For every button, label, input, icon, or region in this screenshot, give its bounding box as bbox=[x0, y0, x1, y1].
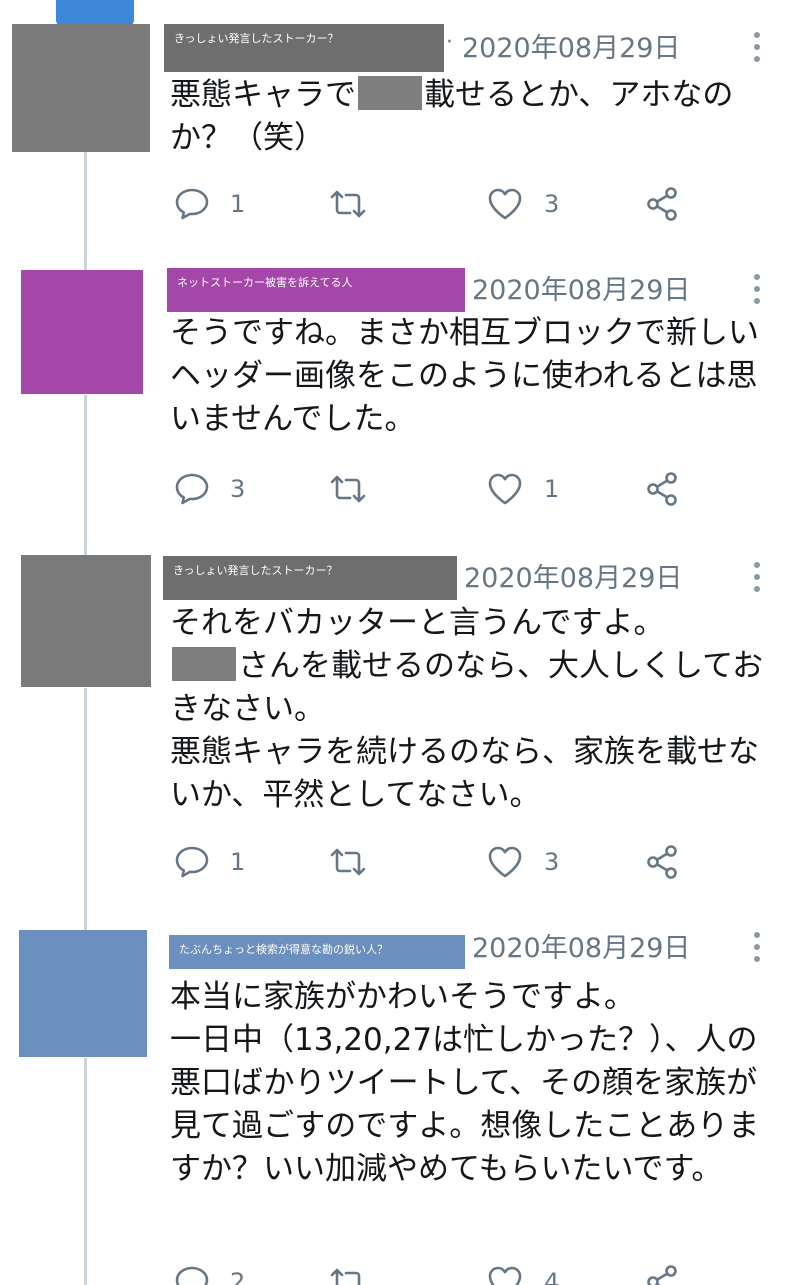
text-segment: 悪態キャラで bbox=[170, 77, 356, 113]
separator-dot: · bbox=[446, 30, 453, 55]
share-button[interactable] bbox=[644, 840, 680, 884]
tweet-actions: 13 bbox=[0, 840, 800, 884]
share-button[interactable] bbox=[644, 182, 680, 226]
text-segment: それをバカッターと言うんですよ。 bbox=[170, 605, 665, 641]
user-name[interactable]: ネットストーカー被害を訴えてる人 bbox=[167, 268, 465, 312]
share-icon bbox=[644, 844, 680, 880]
retweet-icon bbox=[328, 188, 368, 220]
tweet-paragraph: 悪態キャラを続けるのなら、家族を載せないか、平然としてなさい。 bbox=[170, 731, 780, 817]
like-count: 3 bbox=[544, 848, 560, 876]
redacted-name bbox=[358, 76, 422, 110]
retweet-icon bbox=[328, 1266, 368, 1285]
reply-icon bbox=[174, 845, 210, 879]
user-name[interactable]: きっしょい発言したストーカー？ bbox=[164, 24, 444, 72]
tweet-date[interactable]: 2020年08月29日 bbox=[464, 562, 682, 596]
reply-count: 1 bbox=[230, 190, 246, 218]
like-button[interactable]: 4 bbox=[486, 1260, 559, 1285]
reply-icon bbox=[174, 1265, 210, 1285]
tweet-paragraph: それをバカッターと言うんですよ。 bbox=[170, 602, 780, 645]
reply-count: 3 bbox=[230, 475, 246, 503]
thread-line bbox=[84, 1058, 87, 1285]
heart-icon bbox=[486, 1265, 524, 1285]
tweet-thread: きっしょい発言したストーカー？ · 2020年08月29日 悪態キャラで 載せるとか、ア… bbox=[0, 0, 800, 1285]
tweet-text: そうですね。まさか相互ブロックで新しいヘッダー画像をこのように使われるとは思いま… bbox=[170, 312, 780, 441]
share-icon bbox=[644, 471, 680, 507]
avatar[interactable] bbox=[21, 555, 151, 687]
tweet-paragraph: 悪態キャラで 載せるとか、アホなのか？（笑） bbox=[170, 74, 780, 160]
reply-count: 1 bbox=[230, 848, 246, 876]
tweet-actions: 13 bbox=[0, 182, 800, 226]
like-count: 4 bbox=[544, 1268, 560, 1285]
reply-button[interactable]: 1 bbox=[174, 182, 245, 226]
text-segment: そうですね。まさか相互ブロックで新しいヘッダー画像をこのように使われるとは思いま… bbox=[170, 315, 759, 437]
retweet-icon bbox=[328, 846, 368, 878]
retweet-button[interactable] bbox=[328, 1260, 368, 1285]
share-icon bbox=[644, 186, 680, 222]
text-segment: 悪態キャラを続けるのなら、家族を載せないか、平然としてなさい。 bbox=[170, 734, 759, 813]
tweet-paragraph: そうですね。まさか相互ブロックで新しいヘッダー画像をこのように使われるとは思いま… bbox=[170, 312, 780, 441]
avatar[interactable] bbox=[12, 24, 150, 152]
tweet-text: 本当に家族がかわいそうですよ。一日中（13,20,27は忙しかった？）、人の悪口… bbox=[170, 976, 780, 1191]
tweet-date[interactable]: 2020年08月29日 bbox=[472, 932, 690, 966]
text-segment: 一日中（13,20,27は忙しかった？）、人の悪口ばかりツイートして、その顔を家… bbox=[170, 1022, 760, 1187]
avatar[interactable] bbox=[21, 270, 143, 394]
heart-icon bbox=[486, 845, 524, 879]
heart-icon bbox=[486, 472, 524, 506]
more-vertical-icon[interactable] bbox=[748, 274, 766, 306]
like-button[interactable]: 3 bbox=[486, 182, 559, 226]
tweet-text: 悪態キャラで 載せるとか、アホなのか？（笑） bbox=[170, 74, 780, 160]
user-name[interactable]: たぶんちょっと検索が得意な勘の鋭い人？ bbox=[169, 935, 465, 969]
retweet-icon bbox=[328, 473, 368, 505]
share-button[interactable] bbox=[644, 467, 680, 511]
retweet-button[interactable] bbox=[328, 840, 368, 884]
reply-icon bbox=[174, 187, 210, 221]
like-button[interactable]: 3 bbox=[486, 840, 559, 884]
tweet-actions: 24 bbox=[0, 1260, 800, 1285]
redacted-name bbox=[172, 647, 236, 681]
tweet-text: それをバカッターと言うんですよ。さんを載せるのなら、大人しくしておきなさい。 悪態… bbox=[170, 602, 780, 817]
avatar[interactable] bbox=[19, 930, 147, 1057]
like-count: 1 bbox=[544, 475, 560, 503]
share-button[interactable] bbox=[644, 1260, 680, 1285]
tweet-date[interactable]: 2020年08月29日 bbox=[472, 274, 690, 308]
more-vertical-icon[interactable] bbox=[748, 562, 766, 594]
tweet-actions: 31 bbox=[0, 467, 800, 511]
tweet-paragraph: 本当に家族がかわいそうですよ。 bbox=[170, 976, 780, 1019]
tweet-paragraph: さんを載せるのなら、大人しくしておきなさい。 bbox=[170, 645, 780, 731]
user-name[interactable]: きっしょい発言したストーカー？ bbox=[163, 556, 457, 600]
text-segment: 本当に家族がかわいそうですよ。 bbox=[170, 979, 635, 1015]
thread-line bbox=[84, 688, 87, 933]
header-fragment bbox=[56, 0, 134, 26]
text-segment: さんを載せるのなら、大人しくしておきなさい。 bbox=[170, 648, 764, 727]
tweet-date[interactable]: 2020年08月29日 bbox=[462, 32, 680, 66]
share-icon bbox=[644, 1264, 680, 1285]
retweet-button[interactable] bbox=[328, 467, 368, 511]
reply-button[interactable]: 2 bbox=[174, 1260, 245, 1285]
tweet-paragraph: 一日中（13,20,27は忙しかった？）、人の悪口ばかりツイートして、その顔を家… bbox=[170, 1019, 780, 1191]
like-count: 3 bbox=[544, 190, 560, 218]
heart-icon bbox=[486, 187, 524, 221]
reply-icon bbox=[174, 472, 210, 506]
reply-count: 2 bbox=[230, 1268, 246, 1285]
more-vertical-icon[interactable] bbox=[748, 32, 766, 64]
retweet-button[interactable] bbox=[328, 182, 368, 226]
reply-button[interactable]: 3 bbox=[174, 467, 245, 511]
reply-button[interactable]: 1 bbox=[174, 840, 245, 884]
like-button[interactable]: 1 bbox=[486, 467, 559, 511]
more-vertical-icon[interactable] bbox=[748, 932, 766, 964]
